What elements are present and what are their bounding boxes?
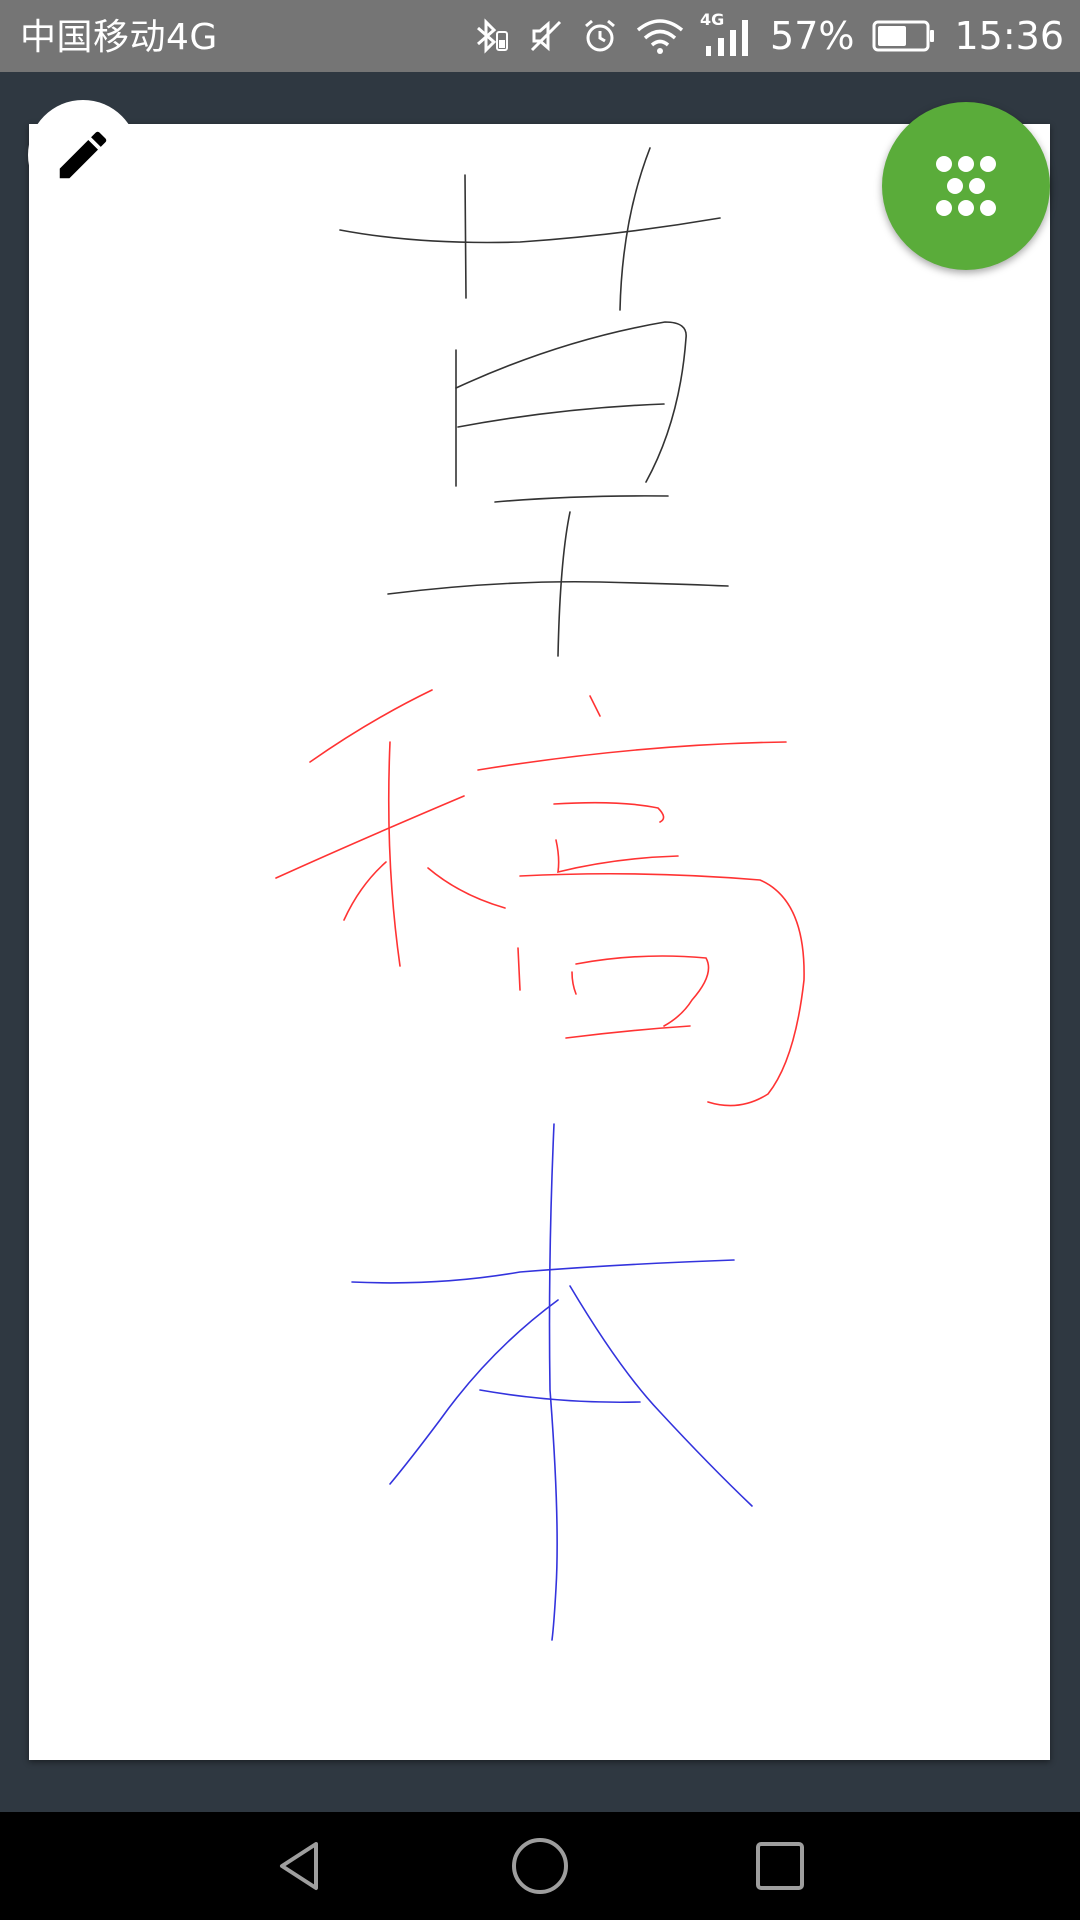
dots-grid-icon [936, 156, 996, 216]
character-ben-strokes [351, 1123, 753, 1641]
recents-button[interactable] [710, 1812, 850, 1920]
home-button[interactable] [470, 1812, 610, 1920]
character-cao-strokes [339, 147, 729, 657]
home-icon [512, 1838, 568, 1894]
back-icon [280, 1842, 318, 1890]
back-button[interactable] [230, 1812, 370, 1920]
handwriting-strokes [275, 147, 805, 1641]
character-gao-strokes [275, 689, 805, 1107]
pencil-icon [59, 131, 107, 179]
menu-fab-button[interactable] [882, 102, 1050, 270]
recents-icon [756, 1842, 804, 1890]
pen-tool-button[interactable] [28, 100, 138, 210]
navigation-bar [0, 1812, 1080, 1920]
